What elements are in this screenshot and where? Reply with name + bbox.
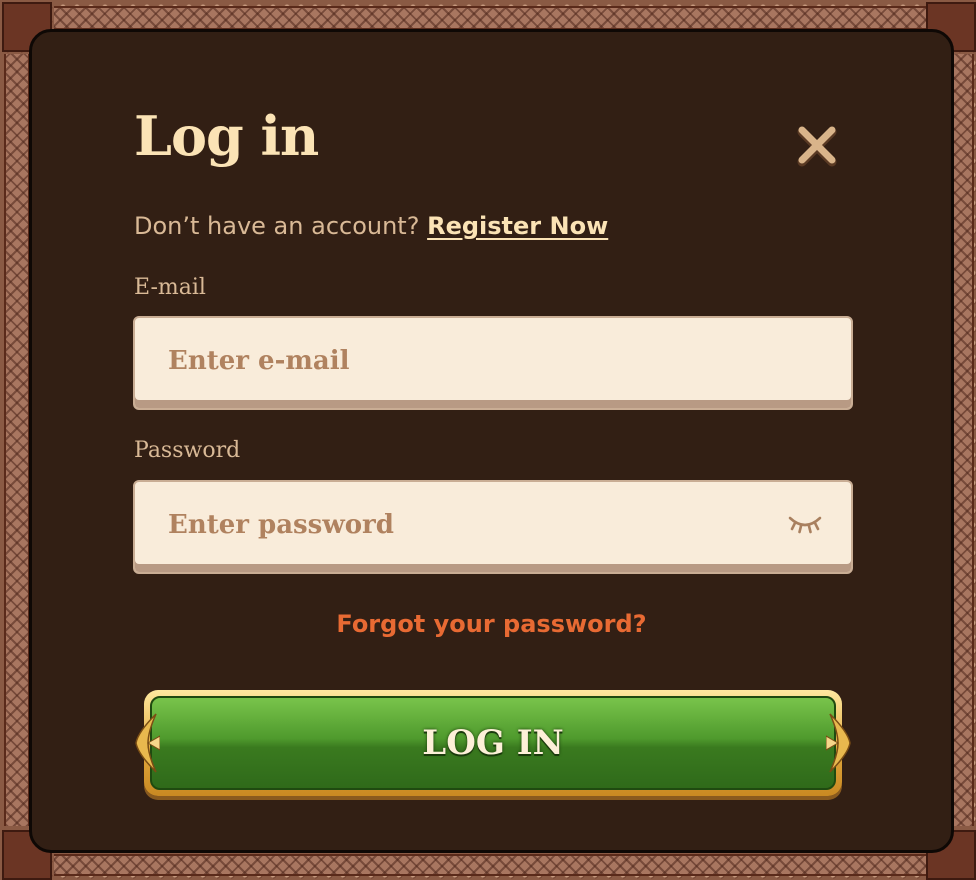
login-modal: Log in Don’t have an account? Register N…	[29, 29, 954, 853]
login-button[interactable]: LOG IN	[135, 690, 851, 796]
forgot-password-link[interactable]: Forgot your password?	[32, 610, 951, 638]
register-prompt-row: Don’t have an account? Register Now	[134, 212, 608, 240]
password-label: Password	[134, 438, 241, 463]
email-input[interactable]	[135, 318, 851, 404]
button-ornament-icon	[135, 713, 160, 773]
button-ornament-icon	[826, 713, 851, 773]
frame-border-bottom	[54, 854, 932, 876]
eye-closed-icon[interactable]	[787, 512, 823, 536]
modal-title: Log in	[134, 104, 319, 168]
login-button-label: LOG IN	[422, 723, 564, 763]
email-label: E-mail	[134, 275, 206, 300]
email-field-wrapper	[133, 316, 853, 410]
password-input[interactable]	[135, 482, 851, 568]
frame-border-left	[4, 54, 30, 826]
password-field-wrapper	[133, 480, 853, 574]
register-now-link[interactable]: Register Now	[427, 212, 608, 240]
close-button[interactable]	[794, 122, 840, 168]
close-icon	[797, 126, 837, 167]
login-button-face: LOG IN	[150, 696, 836, 790]
frame-border-top	[54, 6, 932, 30]
register-prompt-text: Don’t have an account?	[134, 212, 420, 240]
